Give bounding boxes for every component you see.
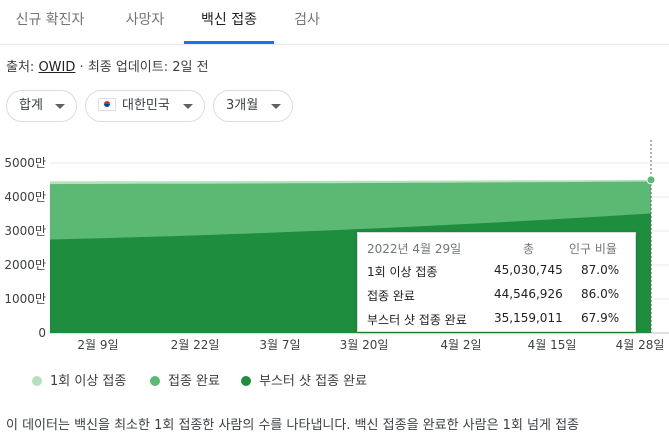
source-link-owid[interactable]: OWID [38, 60, 75, 75]
chevron-down-icon [55, 104, 65, 109]
y-tick-label: 0 [38, 326, 46, 340]
tooltip-row-label: 접종 완료 [367, 289, 415, 303]
tooltip-row-label: 1회 이상 접종 [367, 265, 438, 279]
source-line: 출처: OWID · 최종 업데이트: 2일 전 [6, 56, 209, 75]
tooltip-col-pct: 인구 비율 [569, 242, 617, 256]
tooltip-col-total: 총 [523, 242, 535, 256]
legend-item-booster[interactable]: 부스터 샷 접종 완료 [241, 370, 367, 389]
x-tick-label: 4월 28일 [616, 338, 665, 352]
y-tick-label: 3000만 [4, 224, 46, 238]
scope-value: 합계 [19, 98, 43, 113]
tooltip-row: 부스터 샷 접종 완료 35,159,011 67.9% [358, 308, 635, 330]
chevron-down-icon [271, 104, 281, 109]
range-dropdown[interactable]: 3개월 [213, 90, 293, 122]
legend-dot-icon [32, 376, 42, 386]
legend-dot-icon [241, 376, 251, 386]
source-separator: · [79, 60, 84, 75]
tooltip-row-pct: 67.9% [581, 311, 620, 325]
country-value: 대한민국 [122, 98, 170, 113]
legend-label: 1회 이상 접종 [50, 374, 127, 389]
x-tick-label: 4월 2일 [440, 338, 481, 352]
y-tick-label: 4000만 [4, 190, 46, 204]
tab-new-cases[interactable]: 신규 확진자 [6, 0, 94, 42]
x-tick-label: 2월 9일 [77, 338, 118, 352]
tab-deaths[interactable]: 사망자 [110, 0, 180, 42]
tab-vaccination[interactable]: 백신 접종 [184, 0, 274, 44]
tooltip-row: 접종 완료 44,546,926 86.0% [358, 284, 635, 306]
tooltip-row: 1회 이상 접종 45,030,745 87.0% [358, 260, 635, 282]
legend-label: 부스터 샷 접종 완료 [259, 374, 368, 389]
x-axis-ticks: 2월 9일 2월 22일 3월 7일 3월 20일 4월 2일 4월 15일 4월 28일 [77, 338, 664, 352]
scope-dropdown[interactable]: 합계 [6, 90, 77, 122]
y-tick-label: 2000만 [4, 258, 46, 272]
tab-bar: 신규 확진자 사망자 백신 접종 검사 [0, 0, 669, 45]
chart-legend: 1회 이상 접종 접종 완료 부스터 샷 접종 완료 [0, 368, 669, 389]
tooltip-row-total: 45,030,745 [494, 263, 563, 277]
legend-label: 접종 완료 [168, 374, 220, 389]
legend-item-fully[interactable]: 접종 완료 [150, 370, 220, 389]
tooltip-date: 2022년 4월 29일 [367, 242, 462, 256]
tooltip-row-total: 35,159,011 [494, 311, 563, 325]
chart-tooltip: 2022년 4월 29일 총 인구 비율 1회 이상 접종 45,030,745… [357, 232, 636, 332]
tab-tests[interactable]: 검사 [282, 0, 332, 42]
tooltip-row-pct: 87.0% [581, 263, 620, 277]
hover-point [646, 175, 656, 185]
legend-item-one-dose[interactable]: 1회 이상 접종 [32, 370, 126, 389]
country-dropdown[interactable]: 대한민국 [85, 90, 205, 122]
source-prefix: 출처: [6, 60, 35, 75]
range-value: 3개월 [226, 98, 259, 113]
last-updated: 최종 업데이트: 2일 전 [87, 60, 209, 75]
chevron-down-icon [183, 104, 193, 109]
y-tick-label: 1000만 [4, 292, 46, 306]
y-axis-ticks: 0 1000만 2000만 3000만 4000만 5000만 [4, 156, 46, 340]
tooltip-row-pct: 86.0% [581, 287, 620, 301]
tooltip-row-total: 44,546,926 [494, 287, 563, 301]
description-text: 이 데이터는 백신을 최소한 1회 접종한 사람의 수를 나타냅니다. 백신 접… [6, 418, 580, 433]
x-tick-label: 3월 20일 [340, 338, 389, 352]
korea-flag-icon [98, 98, 116, 111]
x-tick-label: 4월 15일 [528, 338, 577, 352]
x-tick-label: 2월 22일 [171, 338, 220, 352]
legend-dot-icon [150, 376, 160, 386]
y-tick-label: 5000만 [4, 156, 46, 170]
x-tick-label: 3월 7일 [259, 338, 300, 352]
tooltip-row-label: 부스터 샷 접종 완료 [367, 313, 467, 327]
